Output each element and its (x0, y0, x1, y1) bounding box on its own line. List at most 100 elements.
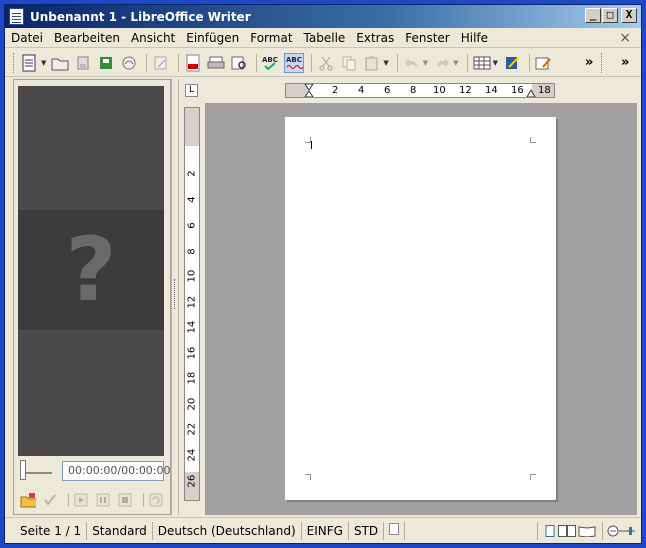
toolbar-overflow-icon[interactable]: » (621, 55, 629, 70)
tab-stop-selector[interactable]: L (185, 84, 198, 97)
mail-icon[interactable] (119, 53, 139, 73)
document-modified-icon[interactable] (384, 521, 406, 540)
selection-mode[interactable]: STD (349, 521, 385, 540)
menu-hilfe[interactable]: Hilfe (461, 31, 488, 45)
text-boundary-corner (530, 474, 536, 480)
toolbar-separator (146, 53, 148, 72)
window-title: Unbenannt 1 - LibreOffice Writer (30, 9, 251, 24)
pause-icon[interactable] (95, 492, 111, 508)
text-boundary-corner (305, 474, 311, 480)
chevron-down-icon[interactable]: ▼ (383, 59, 388, 67)
menu-einfuegen[interactable]: Einfügen (186, 31, 239, 45)
window-controls: _ □ X (585, 8, 637, 23)
ruler-number: 4 (186, 196, 198, 203)
paste-icon[interactable] (362, 53, 382, 73)
navigator-icon[interactable] (534, 53, 554, 73)
ruler-number: 12 (186, 295, 198, 309)
ruler-scale[interactable]: 2 4 6 8 10 12 14 16 18 (285, 83, 555, 98)
volume-slider-thumb[interactable] (20, 460, 26, 480)
ruler-number: 12 (459, 85, 472, 96)
vertical-ruler-scale[interactable]: 2 4 6 8 10 12 14 16 18 20 22 24 26 (184, 107, 200, 501)
ruler-number: 20 (186, 397, 198, 411)
draw-functions-icon[interactable] (502, 53, 522, 73)
export-icon[interactable] (96, 53, 116, 73)
edit-file-icon[interactable] (151, 53, 171, 73)
svg-text:ABC: ABC (262, 56, 278, 64)
table-icon[interactable] (472, 53, 492, 73)
status-bar: Seite 1 / 1 Standard Deutsch (Deutschlan… (5, 517, 641, 543)
svg-text:ABC: ABC (286, 56, 302, 64)
chevron-down-icon[interactable]: ▼ (493, 59, 498, 67)
toolbar-separator (178, 53, 180, 72)
auto-spellcheck-icon[interactable]: ABC (284, 52, 305, 73)
print-preview-icon[interactable] (229, 53, 249, 73)
zoom-slider[interactable] (603, 524, 641, 538)
ruler-number: 18 (538, 85, 551, 96)
cut-icon[interactable] (316, 53, 336, 73)
open-folder-icon[interactable] (50, 53, 70, 73)
toolbar-separator (396, 53, 398, 72)
menu-bearbeiten[interactable]: Bearbeiten (54, 31, 120, 45)
media-separator (143, 493, 144, 507)
page-style[interactable]: Standard (87, 521, 153, 540)
copy-icon[interactable] (339, 53, 359, 73)
chevron-down-icon[interactable]: ▼ (423, 59, 428, 67)
book-view-icon[interactable] (578, 525, 596, 537)
ruler-number: 2 (186, 170, 198, 177)
toolbar-grip[interactable] (601, 52, 604, 73)
undo-icon[interactable] (402, 53, 422, 73)
close-document-icon[interactable]: × (619, 30, 631, 46)
time-display: 00:00:00/00:00:00 (62, 461, 171, 481)
page-indicator[interactable]: Seite 1 / 1 (15, 521, 88, 540)
print-icon[interactable] (206, 53, 226, 73)
toolbar-separator (528, 53, 530, 72)
spellcheck-icon[interactable]: ABC (261, 53, 281, 73)
ruler-number: 10 (186, 269, 198, 283)
repeat-icon[interactable] (148, 492, 164, 508)
document-page[interactable] (285, 117, 556, 500)
toolbar-grip[interactable] (13, 52, 16, 73)
menu-extras[interactable]: Extras (356, 31, 394, 45)
panel-splitter[interactable] (171, 79, 179, 515)
menu-format[interactable]: Format (250, 31, 292, 45)
ruler-number: 14 (485, 85, 498, 96)
menu-datei[interactable]: Datei (11, 31, 43, 45)
apply-check-icon[interactable] (42, 492, 58, 508)
single-page-view-icon[interactable] (544, 524, 556, 537)
menu-bar: Datei Bearbeiten Ansicht Einfügen Format… (5, 28, 641, 48)
toolbar-overflow-icon[interactable]: » (585, 55, 593, 70)
media-player-panel: ? 00:00:00/00:00:00 (13, 79, 171, 515)
toolbar-separator (256, 53, 258, 72)
insert-media-icon[interactable] (20, 492, 36, 508)
insert-mode[interactable]: EINFG (302, 521, 349, 540)
chevron-down-icon[interactable]: ▼ (453, 59, 458, 67)
text-cursor (311, 141, 312, 149)
menu-tabelle[interactable]: Tabelle (304, 31, 346, 45)
maximize-button[interactable]: □ (602, 8, 618, 23)
indent-marker-icon[interactable] (304, 84, 314, 97)
save-icon[interactable] (73, 53, 93, 73)
chevron-down-icon[interactable]: ▼ (41, 59, 46, 67)
document-canvas[interactable] (205, 103, 637, 515)
app-window: Unbenannt 1 - LibreOffice Writer _ □ X D… (4, 4, 642, 544)
ruler-number: 18 (186, 371, 198, 385)
menu-ansicht[interactable]: Ansicht (131, 31, 175, 45)
ruler-number: 4 (358, 85, 365, 96)
right-indent-marker-icon[interactable] (526, 87, 536, 97)
redo-icon[interactable] (432, 53, 452, 73)
ruler-number: 8 (410, 85, 417, 96)
volume-slider-track[interactable] (22, 472, 52, 474)
minimize-button[interactable]: _ (585, 8, 601, 23)
menu-fenster[interactable]: Fenster (405, 31, 450, 45)
new-document-icon[interactable] (20, 53, 40, 73)
ruler-number: 6 (186, 222, 198, 229)
ruler-number: 6 (384, 85, 391, 96)
ruler-number: 26 (186, 474, 198, 488)
language[interactable]: Deutsch (Deutschland) (153, 521, 302, 540)
play-icon[interactable] (73, 492, 89, 508)
title-bar[interactable]: Unbenannt 1 - LibreOffice Writer _ □ X (5, 5, 641, 28)
export-pdf-icon[interactable] (183, 53, 203, 73)
multi-page-view-icon[interactable] (558, 524, 576, 537)
close-button[interactable]: X (621, 8, 637, 23)
stop-icon[interactable] (117, 492, 133, 508)
